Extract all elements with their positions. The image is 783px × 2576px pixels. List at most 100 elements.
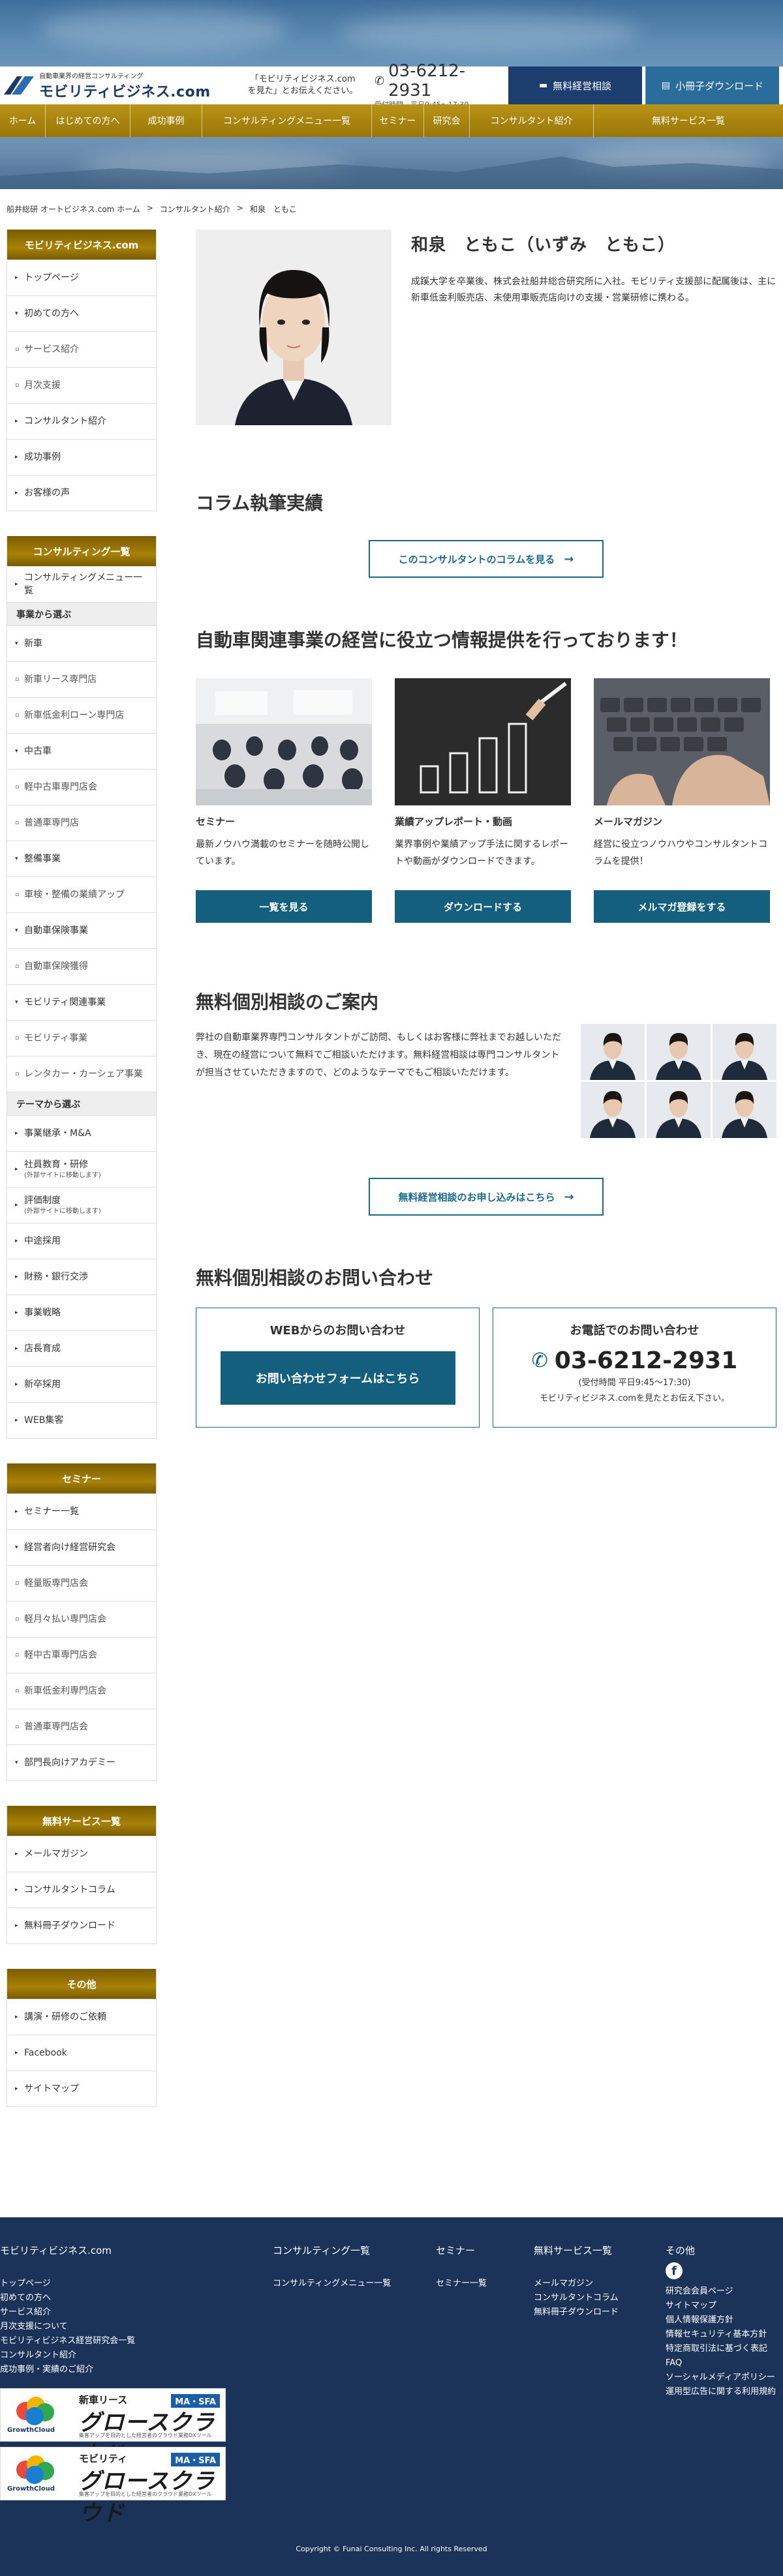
gnav-study-group[interactable]: 研究会	[424, 104, 470, 137]
sidebar-item-main[interactable]: ▫ サービス紹介	[7, 331, 156, 367]
gnav-consultants[interactable]: コンサルタント紹介	[470, 104, 594, 137]
footer-heading[interactable]: 無料サービス一覧	[534, 2243, 645, 2257]
sidebar-item-seminar[interactable]: ▫ 軽量販専門店会	[7, 1565, 156, 1601]
sidebar-item-theme[interactable]: ▸ 新卒採用	[7, 1366, 156, 1402]
sidebar-item-other[interactable]: ▸ 講演・研修のご依頼	[7, 1999, 156, 2035]
sidebar-item-theme[interactable]: ▸ 社員教育・研修 (外部サイトに移動します)	[7, 1151, 156, 1187]
sidebar-item-seminar[interactable]: ▸ セミナー一覧	[7, 1493, 156, 1529]
sidebar-item-business[interactable]: ▾ 自動車保険事業	[7, 912, 156, 948]
footer-link[interactable]: 情報セキュリティ基本方針	[666, 2328, 783, 2342]
sidebar-item-business[interactable]: ▫ 新車リース専門店	[7, 661, 156, 697]
footer-link[interactable]: 成功事例・実績のご紹介	[0, 2363, 261, 2377]
site-logo[interactable]: 自動車業界の経営コンサルティング モビリティビジネス.com	[3, 67, 238, 104]
sidebar-item-theme[interactable]: ▸ WEB集客	[7, 1402, 156, 1438]
sidebar-item-seminar[interactable]: ▾ 部門長向けアカデミー	[7, 1745, 156, 1780]
gnav-first-time[interactable]: はじめての方へ	[46, 104, 130, 137]
footer-link[interactable]: サイトマップ	[666, 2299, 783, 2313]
sidebar-category-business: 事業から選ぶ	[7, 602, 156, 625]
footer-link[interactable]: 特定商取引法に基づく表記	[666, 2342, 783, 2356]
footer-link[interactable]: FAQ	[666, 2356, 783, 2371]
footer-link[interactable]: 研究会会員ページ	[666, 2284, 783, 2299]
sidebar-item-theme[interactable]: ▸ 評価制度 (外部サイトに移動します)	[7, 1187, 156, 1223]
footer-link[interactable]: コンサルタントコラム	[534, 2291, 645, 2305]
download-button[interactable]: ダウンロードする	[395, 890, 571, 923]
sidebar-item-theme[interactable]: ▸ 事業戦略	[7, 1295, 156, 1330]
sidebar-item-theme[interactable]: ▸ 中途採用	[7, 1223, 156, 1259]
footer-link[interactable]: 無料冊子ダウンロード	[534, 2305, 645, 2320]
sidebar-item-theme[interactable]: ▸ 店長育成	[7, 1330, 156, 1366]
booklet-download-button[interactable]: ▤ 小冊子ダウンロード	[645, 67, 779, 104]
footer-heading[interactable]: モビリティビジネス.com	[0, 2243, 261, 2257]
footer-heading[interactable]: コンサルティング一覧	[273, 2243, 423, 2257]
footer-link[interactable]: メールマガジン	[534, 2277, 645, 2291]
sidebar-item-theme[interactable]: ▸ 事業継承・M&A	[7, 1115, 156, 1151]
sidebar-item-seminar[interactable]: ▫ 軽中古車専門店会	[7, 1637, 156, 1673]
gnav-seminar[interactable]: セミナー	[372, 104, 424, 137]
sidebar-item-business[interactable]: ▫ レンタカー・カーシェア事業	[7, 1056, 156, 1092]
footer-link[interactable]: トップページ	[0, 2277, 261, 2291]
facebook-icon[interactable]: f	[666, 2262, 683, 2279]
sidebar-item-business[interactable]: ▫ 自動車保険獲得	[7, 948, 156, 984]
mailmag-register-button[interactable]: メルマガ登録をする	[594, 890, 770, 923]
sidebar-item-main[interactable]: ▸ トップページ	[7, 260, 156, 295]
footer-link[interactable]: モビリティビジネス経営研究会一覧	[0, 2334, 261, 2348]
view-column-button[interactable]: このコンサルタントのコラムを見る →	[369, 540, 604, 578]
sidebar-item-label: セミナー一覧	[24, 1505, 149, 1518]
breadcrumb-consultants[interactable]: コンサルタント紹介	[160, 203, 230, 215]
footer-link[interactable]: 初めての方へ	[0, 2291, 261, 2305]
sidebar-item-other[interactable]: ▸ サイトマップ	[7, 2071, 156, 2106]
sidebar-item-business[interactable]: ▫ 車検・整備の業績アップ	[7, 876, 156, 912]
sidebar-item-business[interactable]: ▫ モビリティ事業	[7, 1020, 156, 1056]
footer-heading[interactable]: セミナー	[436, 2243, 521, 2257]
square-bullet-icon: ▫	[15, 891, 20, 898]
sidebar-item-free[interactable]: ▸ 無料冊子ダウンロード	[7, 1908, 156, 1943]
sidebar-item-seminar[interactable]: ▾ 経営者向け経営研究会	[7, 1529, 156, 1565]
sidebar-item-consulting-menu[interactable]: ▸ コンサルティングメニュー一覧	[7, 566, 156, 602]
gnav-success-cases[interactable]: 成功事例	[130, 104, 202, 137]
inquiry-form-button[interactable]: お問い合わせフォームはこちら	[220, 1351, 455, 1405]
sidebar-item-text: セミナー一覧	[24, 1506, 79, 1517]
footer-links: メールマガジン コンサルタントコラム 無料冊子ダウンロード	[534, 2277, 645, 2320]
sidebar-item-business[interactable]: ▫ 普通車専門店	[7, 805, 156, 841]
footer-link[interactable]: 個人情報保護方針	[666, 2313, 783, 2328]
sidebar-item-business[interactable]: ▾ 中古車	[7, 733, 156, 769]
gnav-home[interactable]: ホーム	[0, 104, 46, 137]
sidebar-item-main[interactable]: ▸ 成功事例	[7, 439, 156, 475]
sidebar-item-free[interactable]: ▸ コンサルタントコラム	[7, 1872, 156, 1908]
sidebar-item-seminar[interactable]: ▫ 新車低金利専門店会	[7, 1673, 156, 1709]
tel-inquiry-number[interactable]: ✆ 03-6212-2931	[493, 1347, 776, 1374]
footer-link[interactable]: サービス紹介	[0, 2305, 261, 2320]
header-phone[interactable]: ✆03-6212-2931 受付時間 平日9:45〜17:30	[368, 61, 508, 110]
sidebar-item-business[interactable]: ▾ モビリティ関連事業	[7, 984, 156, 1020]
seminar-list-button[interactable]: 一覧を見る	[196, 890, 372, 923]
sidebar-item-main[interactable]: ▫ 月次支援	[7, 367, 156, 403]
footer-link[interactable]: コンサルタント紹介	[0, 2348, 261, 2363]
sidebar-item-seminar[interactable]: ▫ 普通車専門店会	[7, 1709, 156, 1745]
sidebar-item-free[interactable]: ▸ メールマガジン	[7, 1836, 156, 1872]
consult-apply-button[interactable]: 無料経営相談のお申し込みはこちら →	[369, 1178, 604, 1216]
sidebar-item-other[interactable]: ▸ Facebook	[7, 2035, 156, 2071]
footer-link[interactable]: 月次支援について	[0, 2320, 261, 2334]
gnav-free-services[interactable]: 無料サービス一覧	[594, 104, 783, 137]
footer-link[interactable]: ソーシャルメディアポリシー	[666, 2371, 783, 2385]
sidebar-item-business[interactable]: ▾ 新車	[7, 625, 156, 661]
growthcloud-mobility-banner[interactable]: GrowthCloud モビリティ MA・SFA グロースクラウド 集客アップを…	[0, 2447, 226, 2526]
growthcloud-lease-banner[interactable]: GrowthCloud 新車リース MA・SFA グロースクラウド 集客アップを…	[0, 2388, 226, 2468]
sidebar-item-business[interactable]: ▾ 整備事業	[7, 841, 156, 876]
gnav-consulting-menu[interactable]: コンサルティングメニュー一覧	[202, 104, 372, 137]
sidebar-item-main[interactable]: ▸ お客様の声	[7, 475, 156, 511]
breadcrumb-home[interactable]: 船井総研 オートビジネス.com ホーム	[7, 203, 140, 215]
footer-link[interactable]: コンサルティングメニュー一覧	[273, 2277, 423, 2291]
sidebar-item-main[interactable]: ▸ コンサルタント紹介	[7, 403, 156, 439]
view-column-label: このコンサルタントのコラムを見る	[398, 553, 555, 565]
sidebar-item-business[interactable]: ▫ 軽中古車専門店会	[7, 769, 156, 805]
footer-link[interactable]: 運用型広告に関する利用規約	[666, 2385, 783, 2399]
sidebar-item-business[interactable]: ▫ 新車低金利ローン専門店	[7, 697, 156, 733]
sidebar-item-theme[interactable]: ▸ 財務・銀行交渉	[7, 1259, 156, 1295]
free-consult-button[interactable]: ▬ 無料経営相談	[508, 67, 642, 104]
footer-link[interactable]: セミナー一覧	[436, 2277, 521, 2291]
sidebar-item-main[interactable]: ▾ 初めての方へ	[7, 295, 156, 331]
sidebar-item-seminar[interactable]: ▫ 軽月々払い専門店会	[7, 1601, 156, 1637]
arrow-right-icon: ▸	[15, 418, 18, 425]
sidebar-item-label: 普通車専門店会	[24, 1720, 149, 1733]
